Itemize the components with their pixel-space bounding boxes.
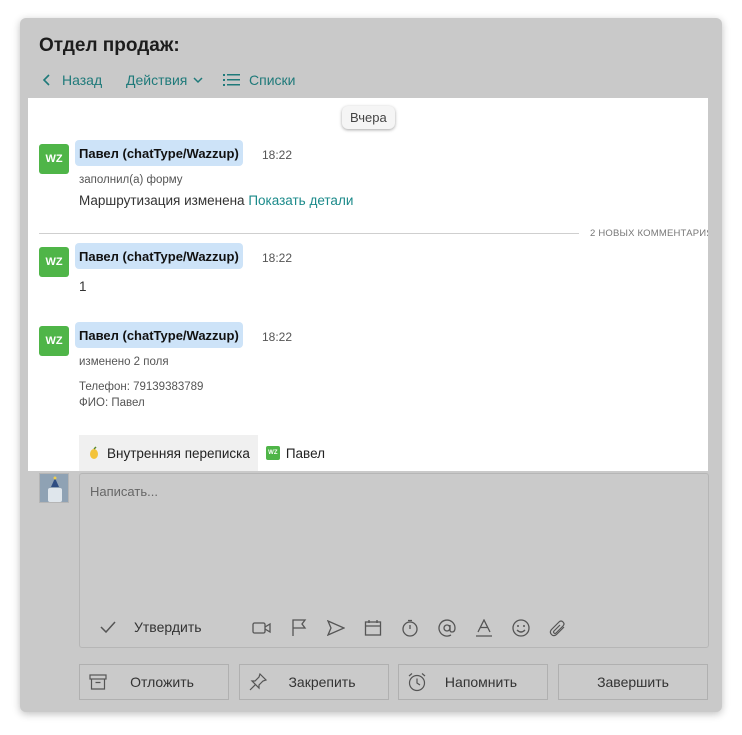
chip-label: Павел xyxy=(285,445,326,461)
postpone-label: Отложить xyxy=(130,674,194,690)
action-text: изменено 2 поля xyxy=(79,356,169,368)
chevron-down-icon xyxy=(193,77,203,84)
author-name[interactable]: Павел (chatType/Wazzup) xyxy=(75,140,243,166)
wz-icon: WZ xyxy=(265,446,280,460)
remind-label: Напомнить xyxy=(444,674,518,690)
message-time: 18:22 xyxy=(262,148,293,162)
timer-button[interactable] xyxy=(398,616,422,640)
finish-label: Завершить xyxy=(597,674,669,690)
chip-pavel[interactable]: WZ Павел xyxy=(258,435,333,471)
action-text: заполнил(а) форму xyxy=(79,174,183,186)
message-time: 18:22 xyxy=(262,251,293,265)
pin-label: Закрепить xyxy=(288,674,356,690)
day-separator: Вчера xyxy=(342,106,395,129)
check-icon xyxy=(100,621,116,633)
attach-button[interactable] xyxy=(546,616,570,640)
author-name[interactable]: Павел (chatType/Wazzup) xyxy=(75,243,243,269)
timer-icon xyxy=(402,619,418,637)
archive-icon xyxy=(89,674,107,690)
channel-chips: Внутренняя переписка WZ Павел xyxy=(79,435,333,471)
page-title: Отдел продаж: xyxy=(39,35,180,56)
pin-icon xyxy=(249,673,267,691)
actions-dropdown[interactable]: Действия xyxy=(126,72,203,88)
actions-label: Действия xyxy=(126,72,188,88)
flag-button[interactable] xyxy=(287,616,311,640)
video-button[interactable] xyxy=(250,616,274,640)
back-label: Назад xyxy=(62,72,103,88)
routing-text: Маршрутизация изменена xyxy=(79,193,245,208)
wz-avatar[interactable]: WZ xyxy=(39,144,69,174)
pin-button[interactable]: Закрепить xyxy=(239,664,389,700)
approve-label: Утвердить xyxy=(134,619,202,635)
finish-button[interactable]: Завершить xyxy=(558,664,708,700)
feed-entry: WZ Павел (chatType/Wazzup) 18:22 1 xyxy=(39,243,699,303)
text-format-button[interactable] xyxy=(472,616,496,640)
field-name: ФИО: Павел xyxy=(79,397,145,409)
wz-avatar[interactable]: WZ xyxy=(39,247,69,277)
emoji-button[interactable] xyxy=(509,616,533,640)
at-icon xyxy=(438,619,456,637)
chip-label: Внутренняя переписка xyxy=(107,445,250,461)
lists-label: Списки xyxy=(249,72,296,88)
send-icon xyxy=(327,620,345,636)
show-details-link[interactable]: Показать детали xyxy=(248,193,353,208)
message-editor: Утвердить xyxy=(79,473,709,648)
field-phone: Телефон: 79139383789 xyxy=(79,381,204,393)
text-format-icon xyxy=(476,619,492,637)
message-time: 18:22 xyxy=(262,330,293,344)
send-button[interactable] xyxy=(324,616,348,640)
new-comments-count: 2 НОВЫХ КОММЕНТАРИЯ xyxy=(590,228,708,239)
alarm-clock-icon xyxy=(408,673,426,692)
chat-panel: Отдел продаж: Назад Действия Списки Вчер… xyxy=(20,18,722,712)
feed-entry: WZ Павел (chatType/Wazzup) 18:22 изменен… xyxy=(39,322,699,422)
flag-icon xyxy=(292,619,307,636)
user-photo-icon xyxy=(40,474,68,502)
message-text: 1 xyxy=(79,279,87,294)
entry-text: Маршрутизация изменена Показать детали xyxy=(79,193,353,208)
wz-avatar[interactable]: WZ xyxy=(39,326,69,356)
new-comments-divider xyxy=(39,233,579,234)
avatar[interactable] xyxy=(39,473,69,503)
chevron-left-icon xyxy=(42,74,50,86)
list-icon xyxy=(223,74,240,86)
lemon-icon xyxy=(90,446,98,459)
video-icon xyxy=(252,622,271,634)
message-feed: Вчера WZ Павел (chatType/Wazzup) 18:22 з… xyxy=(28,98,708,471)
mention-button[interactable] xyxy=(435,616,459,640)
author-name[interactable]: Павел (chatType/Wazzup) xyxy=(75,322,243,348)
postpone-button[interactable]: Отложить xyxy=(79,664,229,700)
message-input[interactable] xyxy=(90,484,690,594)
feed-entry: WZ Павел (chatType/Wazzup) 18:22 заполни… xyxy=(39,140,699,210)
chip-internal-chat[interactable]: Внутренняя переписка xyxy=(79,435,258,471)
approve-button[interactable]: Утвердить xyxy=(100,619,202,635)
emoji-icon xyxy=(512,619,530,637)
back-button[interactable]: Назад xyxy=(42,72,102,88)
lists-button[interactable]: Списки xyxy=(223,72,295,88)
calendar-button[interactable] xyxy=(361,616,385,640)
calendar-icon xyxy=(364,620,382,636)
attach-icon xyxy=(549,620,565,637)
remind-button[interactable]: Напомнить xyxy=(398,664,548,700)
